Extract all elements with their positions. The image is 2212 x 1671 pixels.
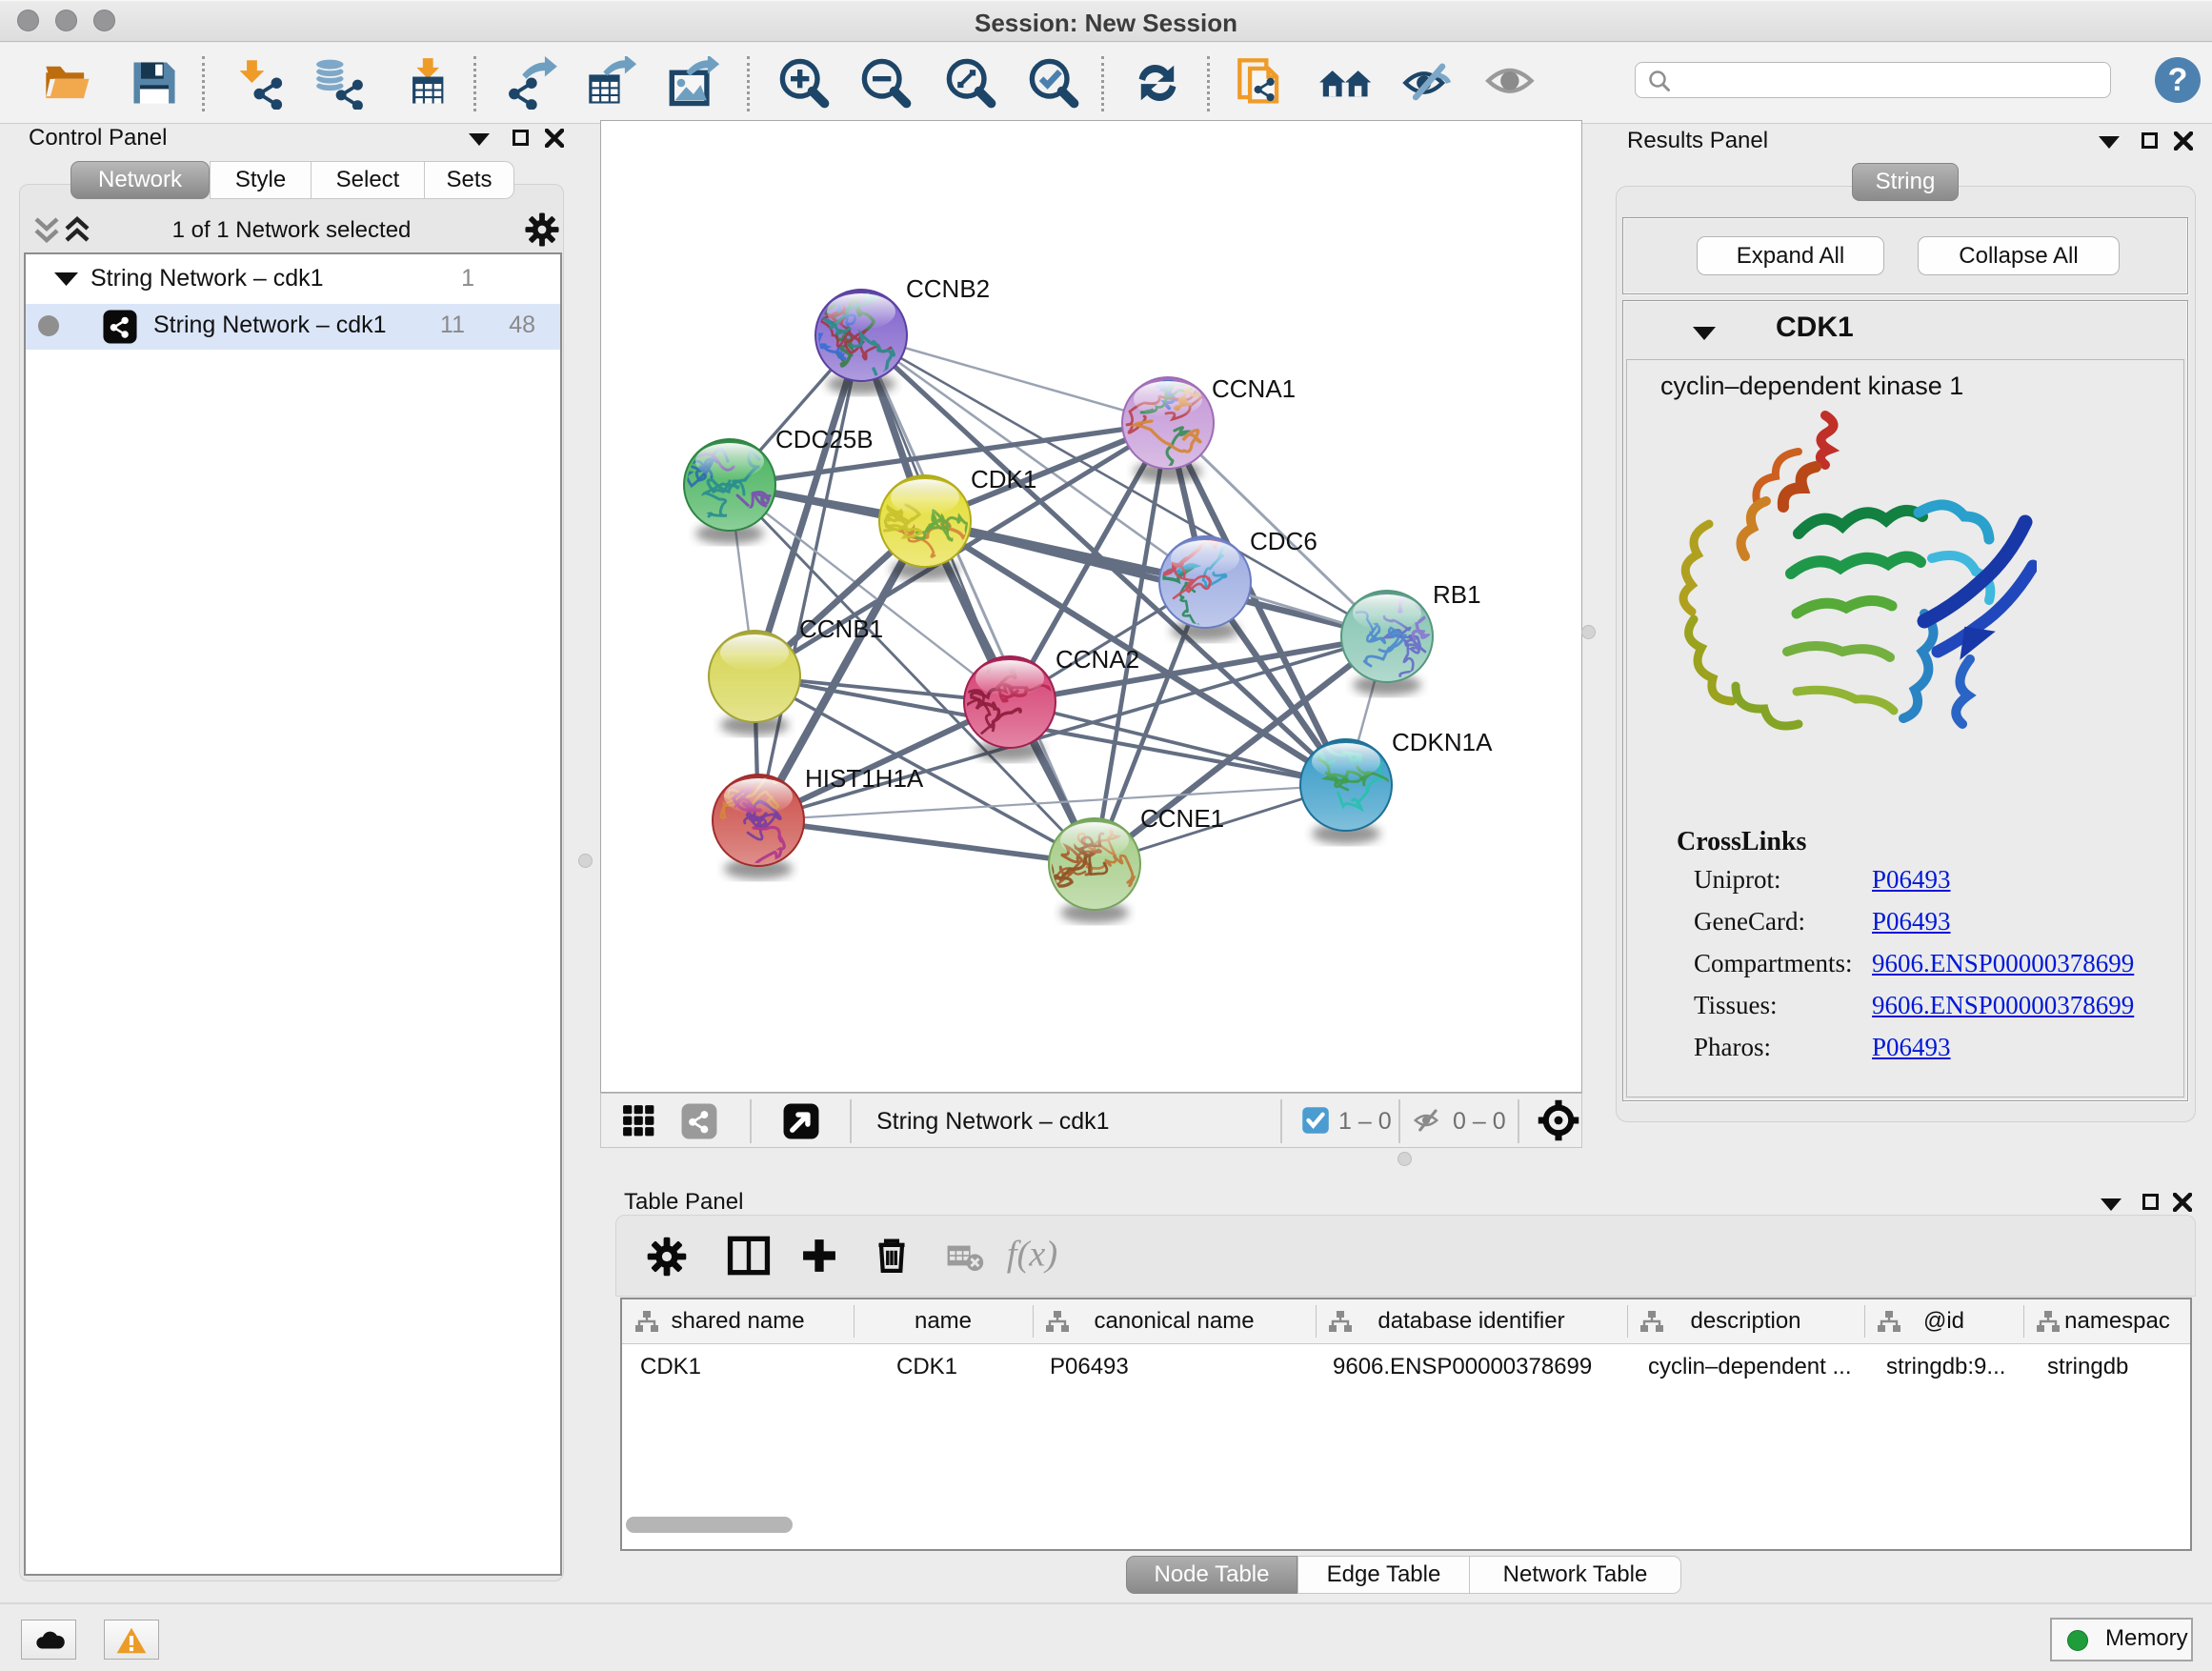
svg-text:?: ? (2168, 62, 2188, 98)
svg-text:CCNA1: CCNA1 (1212, 374, 1296, 403)
svg-text:CDC6: CDC6 (1250, 527, 1317, 555)
svg-text:CCNA2: CCNA2 (1056, 645, 1139, 674)
svg-text:CDK1: CDK1 (971, 465, 1036, 493)
svg-text:f(x): f(x) (1007, 1235, 1057, 1275)
svg-text:CCNE1: CCNE1 (1140, 804, 1224, 833)
svg-text:CCNB1: CCNB1 (799, 614, 883, 643)
svg-text:CCNB2: CCNB2 (906, 274, 990, 303)
svg-text:CDC25B: CDC25B (775, 425, 874, 453)
svg-text:HIST1H1A: HIST1H1A (805, 764, 924, 793)
svg-text:RB1: RB1 (1433, 580, 1481, 609)
svg-text:CDKN1A: CDKN1A (1392, 728, 1493, 756)
